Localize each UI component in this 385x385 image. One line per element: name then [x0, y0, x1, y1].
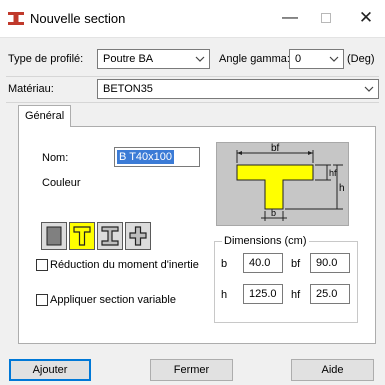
rectangle-section-icon: [46, 226, 62, 246]
diagram-label-hf: hf: [329, 168, 337, 178]
dim-h-input[interactable]: 125.0: [243, 284, 283, 304]
shape-tee-button[interactable]: [69, 222, 95, 250]
chevron-down-icon: [195, 53, 205, 65]
variable-section-label: Appliquer section variable: [50, 294, 176, 306]
material-label: Matériau:: [8, 83, 54, 95]
cross-section-icon: [129, 226, 147, 246]
close-button[interactable]: Fermer: [150, 359, 233, 381]
profile-type-select[interactable]: Poutre BA: [97, 49, 210, 69]
profile-type-label: Type de profilé:: [8, 53, 84, 65]
chevron-down-icon: [364, 83, 374, 95]
divider: [6, 102, 379, 103]
divider: [6, 76, 379, 77]
dim-bf-label: bf: [291, 258, 301, 270]
diagram-label-h: h: [339, 183, 345, 194]
help-button[interactable]: Aide: [291, 359, 374, 381]
window-title: Nouvelle section: [30, 11, 126, 26]
name-input-value: B T40x100: [117, 150, 175, 164]
tab-general[interactable]: Général: [18, 105, 72, 127]
shape-rectangle-button[interactable]: [41, 222, 67, 250]
variable-section-checkbox[interactable]: [36, 294, 48, 306]
maximize-icon: [321, 13, 331, 23]
diagram-label-bf: bf: [271, 143, 280, 154]
name-input[interactable]: B T40x100: [114, 147, 200, 167]
chevron-down-icon: [329, 53, 339, 65]
gamma-angle-select[interactable]: 0: [289, 49, 344, 69]
material-value: BETON35: [103, 83, 153, 95]
dim-h-label: h: [221, 289, 228, 301]
shape-cross-button[interactable]: [125, 222, 151, 250]
dim-b-label: b: [221, 258, 228, 270]
dim-bf-input[interactable]: 90.0: [310, 253, 350, 273]
reduce-inertia-label: Réduction du moment d'inertie: [50, 259, 199, 271]
gamma-angle-label: Angle gamma:: [219, 53, 290, 65]
shape-i-beam-button[interactable]: [97, 222, 123, 250]
tee-section-diagram: bf hf h b: [236, 143, 345, 221]
title-bar: Nouvelle section — ✕: [0, 0, 385, 38]
dim-hf-input[interactable]: 25.0: [310, 284, 350, 304]
close-window-button[interactable]: ✕: [355, 8, 377, 28]
add-button[interactable]: Ajouter: [9, 359, 91, 381]
section-preview: bf hf h b: [216, 142, 349, 226]
tee-section-icon: [73, 226, 91, 246]
gamma-unit-label: (Deg): [347, 53, 375, 65]
profile-type-value: Poutre BA: [103, 53, 154, 65]
diagram-label-b: b: [271, 208, 276, 218]
name-label: Nom:: [42, 152, 69, 164]
minimize-button[interactable]: —: [279, 8, 301, 28]
dim-b-input[interactable]: 40.0: [243, 253, 283, 273]
app-icon: [8, 12, 24, 25]
dim-hf-label: hf: [291, 289, 301, 301]
color-label: Couleur: [42, 177, 81, 189]
reduce-inertia-checkbox[interactable]: [36, 259, 48, 271]
dimensions-title: Dimensions (cm): [222, 235, 309, 247]
i-beam-section-icon: [101, 226, 119, 246]
material-select[interactable]: BETON35: [97, 79, 379, 99]
gamma-angle-value: 0: [295, 53, 302, 65]
maximize-button[interactable]: [315, 8, 337, 28]
